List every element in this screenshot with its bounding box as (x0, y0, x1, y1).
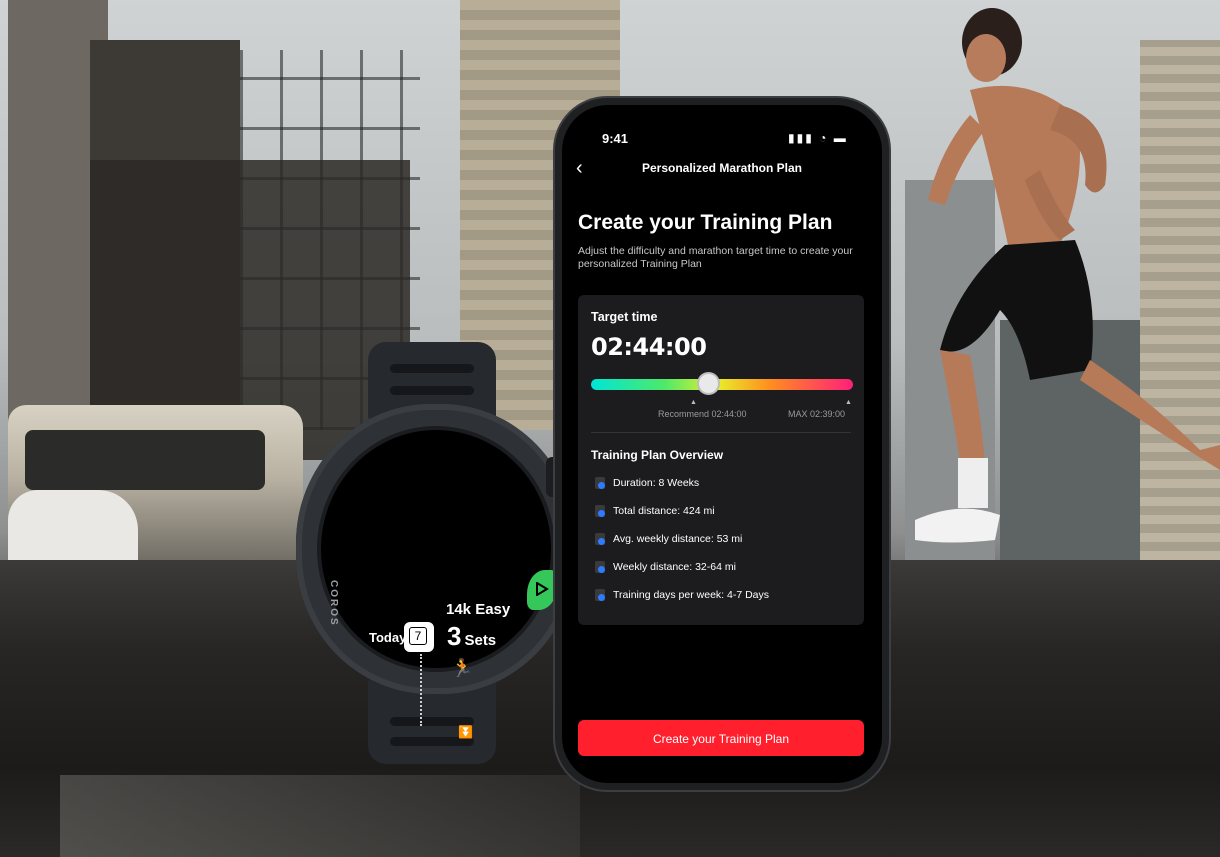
max-marker: ▲ (845, 399, 852, 406)
wifi-icon: ◔ (819, 131, 829, 145)
calendar-icon (595, 477, 605, 489)
watch-brand: COROS (328, 580, 339, 627)
watch-sets-label: Sets (464, 632, 497, 649)
page-title: Create your Training Plan (578, 211, 833, 234)
target-time-slider[interactable] (591, 379, 853, 390)
calendar-icon (595, 533, 605, 545)
watch-workout-title: 14k Easy (446, 601, 511, 618)
page-subtitle: Adjust the difficulty and marathon targe… (578, 245, 853, 270)
overview-list: Duration: 8 Weeks Total distance: 424 mi… (591, 475, 856, 615)
runner-icon: 🏃 (451, 658, 474, 678)
watch-today-label: Today (369, 630, 407, 645)
phone-screen: 9:41 ▮▮▮ ◔ ▬ ‹ Personalized Marathon Pla… (562, 105, 882, 783)
watch-date-badge: 7 (404, 622, 434, 652)
watch-sets-count: 3 (447, 621, 462, 651)
nav-title: Personalized Marathon Plan (641, 161, 803, 175)
smartphone: 9:41 ▮▮▮ ◔ ▬ ‹ Personalized Marathon Pla… (555, 98, 889, 790)
recommend-marker: ▲ (690, 399, 697, 406)
list-item: Avg. weekly distance: 53 mi (591, 531, 856, 559)
runner-figure (915, 8, 1220, 543)
target-time-value: 02:44:00 (591, 333, 707, 361)
overview-title: Training Plan Overview (591, 448, 724, 462)
watch-date: 7 (409, 627, 427, 645)
calendar-icon (595, 505, 605, 517)
watch-face[interactable]: COROS Today 7 14k Easy 3 Sets 🏃 ⏬ (321, 430, 557, 739)
calendar-icon (595, 589, 605, 601)
target-time-label: Target time (591, 310, 658, 324)
create-plan-button[interactable]: Create your Training Plan (578, 720, 864, 756)
calendar-icon (595, 561, 605, 573)
chevron-double-down-icon[interactable]: ⏬ (458, 725, 473, 739)
status-icons: ▮▮▮ ◔ ▬ (788, 131, 848, 145)
slider-handle[interactable] (699, 374, 719, 393)
plan-card: Target time 02:44:00 ▲ ▲ Recommend 02:44… (578, 295, 864, 625)
list-item: Weekly distance: 32-64 mi (591, 559, 856, 587)
smartwatch: COROS Today 7 14k Easy 3 Sets 🏃 ⏬ (296, 342, 581, 764)
list-item: Total distance: 424 mi (591, 503, 856, 531)
watch-timeline (420, 654, 422, 726)
divider (591, 432, 851, 433)
signal-icon: ▮▮▮ (788, 131, 814, 145)
watch-sets: 3 Sets (447, 621, 496, 652)
recommend-label: Recommend 02:44:00 (658, 409, 747, 419)
list-item: Training days per week: 4-7 Days (591, 587, 856, 615)
max-label: MAX 02:39:00 (788, 409, 846, 419)
list-item: Duration: 8 Weeks (591, 475, 856, 503)
status-time: 9:41 (602, 131, 629, 146)
battery-icon: ▬ (833, 131, 848, 145)
